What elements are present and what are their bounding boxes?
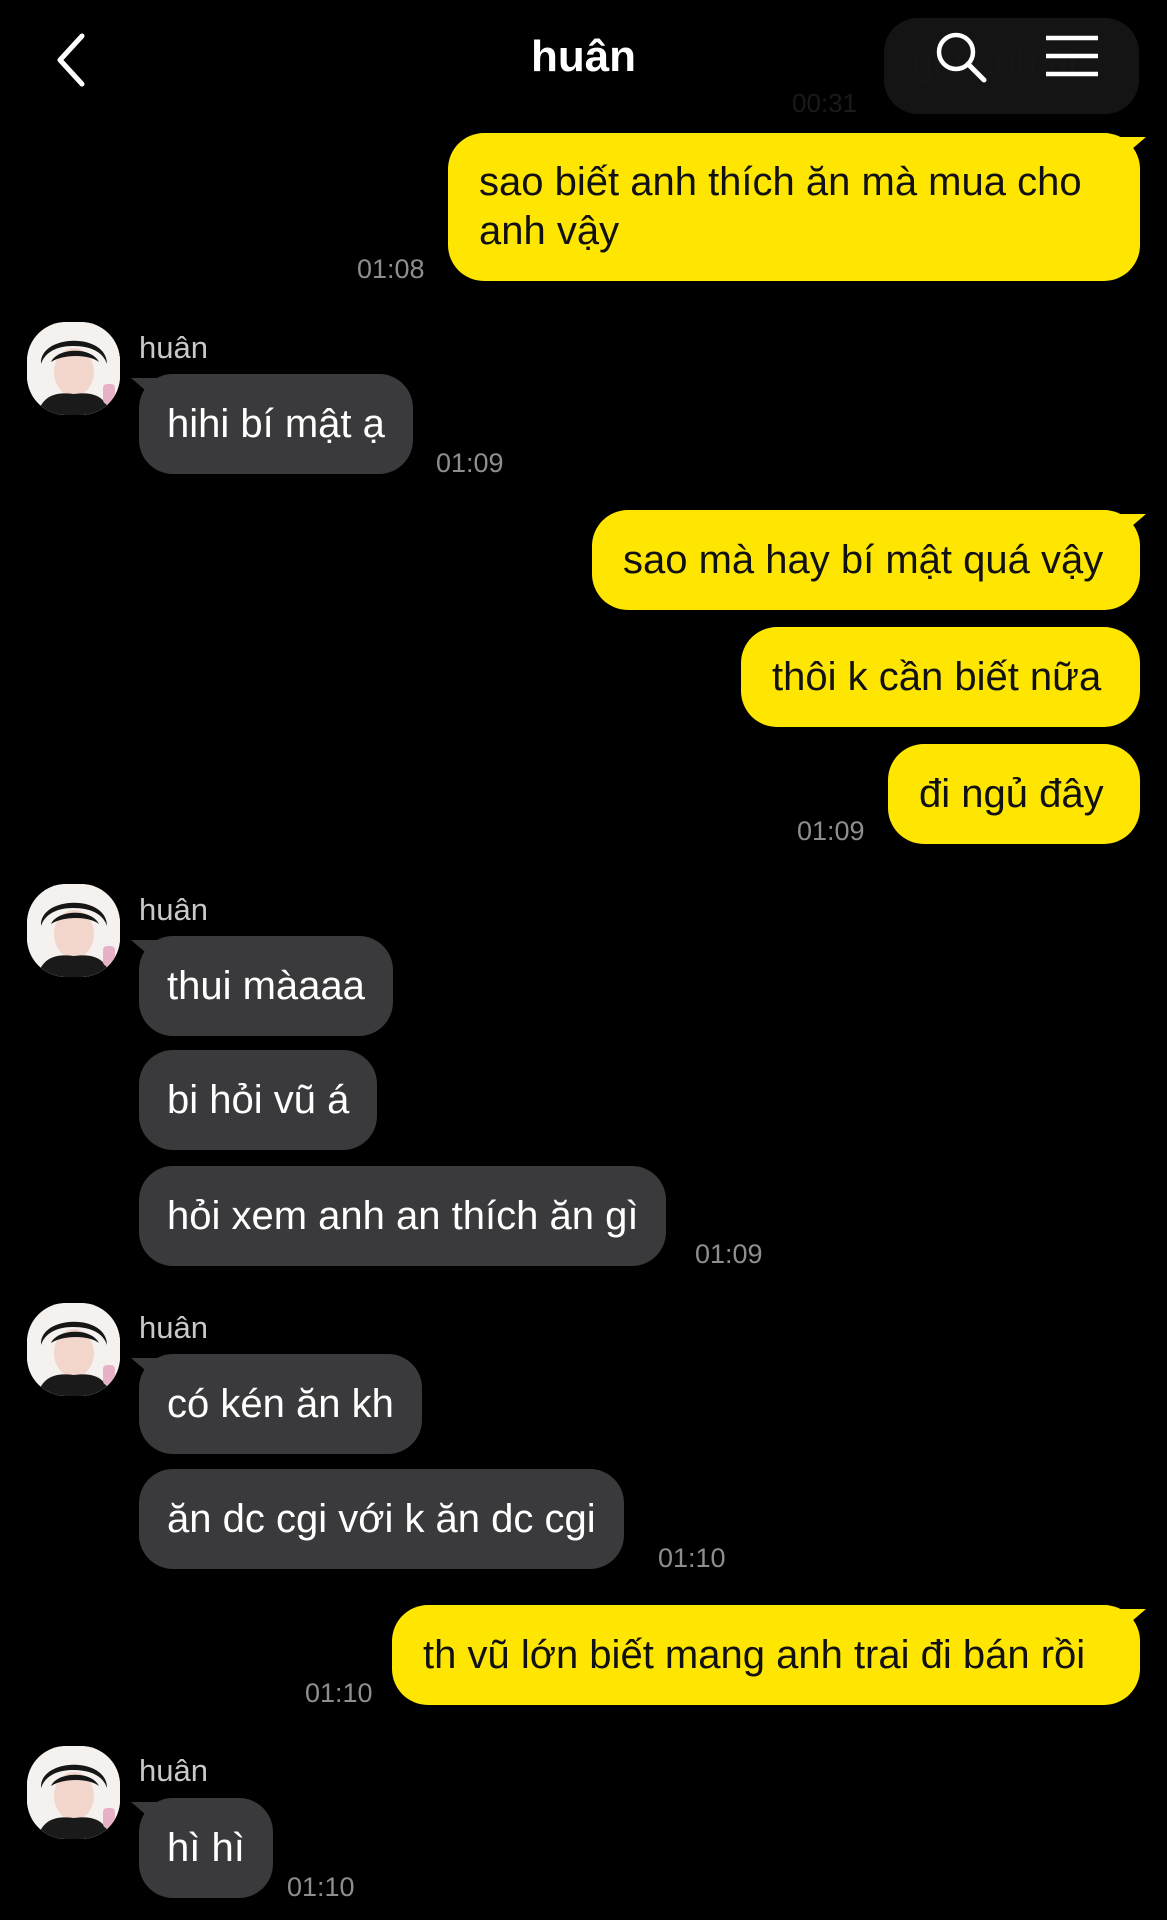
incoming-message-bubble[interactable]: thui màaaa — [139, 936, 393, 1036]
message-text: thui màaaa — [167, 963, 365, 1008]
message-text: th vũ lớn biết mang anh trai đi bán rồi — [423, 1632, 1086, 1677]
contact-avatar[interactable] — [27, 884, 120, 977]
message-text: ăn dc cgi với k ăn dc cgi — [167, 1496, 596, 1541]
incoming-message-bubble[interactable]: hì hì — [139, 1798, 273, 1898]
contact-avatar[interactable] — [27, 1746, 120, 1839]
incoming-message-bubble[interactable]: hihi bí mật ạ — [139, 374, 413, 474]
incoming-message-bubble[interactable]: bi hỏi vũ á — [139, 1050, 378, 1150]
message-text: hỏi xem anh an thích ăn gì — [167, 1193, 639, 1238]
search-icon[interactable] — [934, 30, 990, 86]
sender-name: huân — [139, 892, 208, 927]
contact-avatar[interactable] — [27, 322, 120, 415]
message-text: có kén ăn kh — [167, 1381, 394, 1426]
chat-title: huân — [530, 32, 637, 81]
incoming-message-bubble[interactable]: hỏi xem anh an thích ăn gì — [139, 1166, 667, 1266]
background-message-chip-time: 00:31 — [792, 88, 858, 118]
outgoing-message-bubble[interactable]: đi ngủ đây — [888, 744, 1140, 844]
incoming-message-bubble[interactable]: có kén ăn kh — [139, 1354, 422, 1454]
menu-icon[interactable] — [1044, 34, 1100, 80]
outgoing-message-bubble[interactable]: th vũ lớn biết mang anh trai đi bán rồi — [392, 1605, 1140, 1705]
message-text: hì hì — [167, 1825, 245, 1870]
message-text: bi hỏi vũ á — [167, 1077, 350, 1122]
message-text: hihi bí mật ạ — [167, 401, 385, 446]
outgoing-message-bubble[interactable]: thôi k cần biết nữa — [741, 627, 1140, 727]
message-timestamp: 01:09 — [436, 448, 504, 478]
sender-name: huân — [139, 330, 208, 365]
outgoing-message-bubble[interactable]: sao mà hay bí mật quá vậy — [592, 510, 1140, 610]
contact-avatar[interactable] — [27, 1303, 120, 1396]
message-text: sao biết anh thích ăn mà mua cho anh vậy — [479, 160, 1082, 253]
message-text: sao mà hay bí mật quá vậy — [623, 537, 1104, 582]
message-timestamp: 01:10 — [287, 1872, 355, 1902]
message-timestamp: 01:10 — [658, 1543, 726, 1573]
message-timestamp: 01:08 — [357, 254, 425, 284]
message-timestamp: 01:09 — [695, 1239, 763, 1269]
outgoing-message-bubble[interactable]: sao biết anh thích ăn mà mua cho anh vậy — [448, 133, 1140, 281]
message-timestamp: 01:09 — [797, 816, 865, 846]
incoming-message-bubble[interactable]: ăn dc cgi với k ăn dc cgi — [139, 1469, 624, 1569]
message-text: đi ngủ đây — [919, 771, 1104, 816]
sender-name: huân — [139, 1753, 208, 1788]
message-timestamp: 01:10 — [305, 1678, 373, 1708]
message-text: thôi k cần biết nữa — [772, 654, 1102, 699]
sender-name: huân — [139, 1310, 208, 1345]
